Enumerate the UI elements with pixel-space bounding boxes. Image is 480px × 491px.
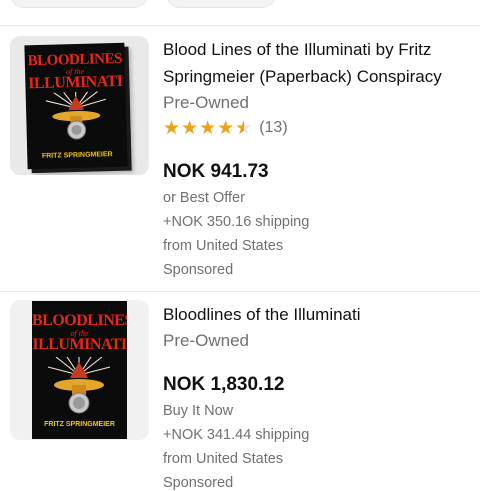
star-rating-icon: ★★★★★	[163, 117, 253, 140]
buying-option: or Best Offer	[163, 190, 245, 206]
price: NOK 941.73	[163, 161, 269, 183]
sponsored-label: Sponsored	[163, 262, 233, 278]
review-count: (13)	[259, 119, 287, 137]
filter-chip[interactable]	[10, 0, 148, 8]
divider	[0, 25, 480, 26]
sponsored-label: Sponsored	[163, 475, 233, 491]
condition-label: Pre-Owned	[163, 331, 249, 351]
item-location: from United States	[163, 238, 283, 254]
rating[interactable]: ★★★★★ (13)	[163, 118, 288, 138]
divider	[0, 291, 480, 292]
buying-option: Buy It Now	[163, 403, 233, 419]
listing-image[interactable]: BLOODLINES of the ILLUMINATI FRITZ SPRIN…	[10, 36, 149, 175]
book-cover-image: BLOODLINES of the ILLUMINATI FRITZ SPRIN…	[24, 43, 127, 170]
listing-image[interactable]: BLOODLINES of the ILLUMINATI FRITZ SPRIN…	[10, 300, 149, 440]
item-location: from United States	[163, 451, 283, 467]
condition-label: Pre-Owned	[163, 93, 249, 113]
book-cover-image: BLOODLINES of the ILLUMINATI FRITZ SPRIN…	[32, 301, 127, 439]
price: NOK 1,830.12	[163, 374, 284, 396]
listing-title[interactable]: Bloodlines of the Illuminati	[163, 301, 468, 328]
listing-title[interactable]: Blood Lines of the Illuminati by Fritz S…	[163, 36, 468, 90]
filter-chip[interactable]	[166, 0, 276, 8]
shipping-cost: +NOK 350.16 shipping	[163, 214, 309, 230]
shipping-cost: +NOK 341.44 shipping	[163, 427, 309, 443]
